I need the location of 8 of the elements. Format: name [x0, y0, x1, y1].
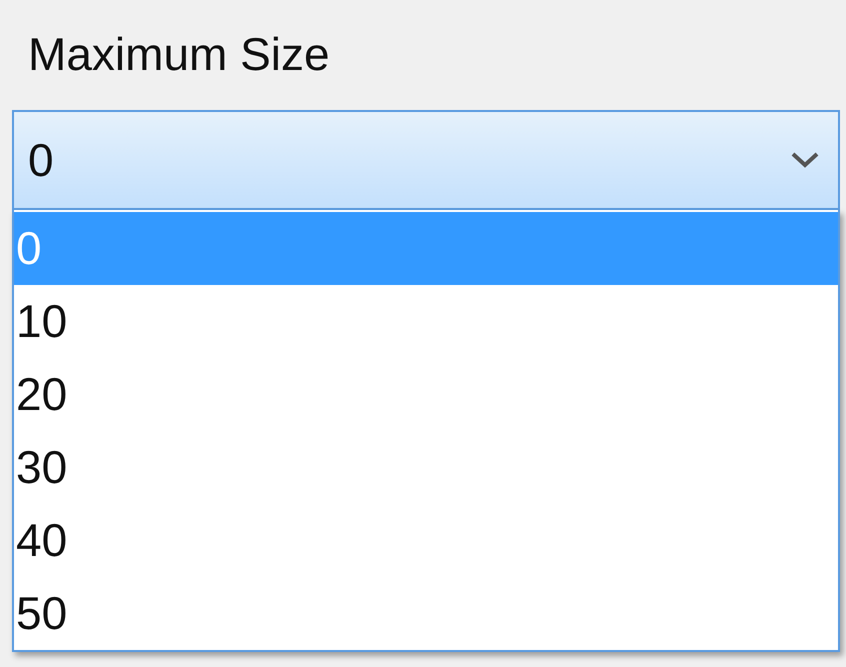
dropdown-option[interactable]: 30 — [14, 431, 838, 504]
dropdown-option[interactable]: 10 — [14, 285, 838, 358]
dropdown-select[interactable]: 0 — [12, 110, 840, 210]
dropdown-option[interactable]: 20 — [14, 358, 838, 431]
dropdown-option[interactable]: 50 — [14, 577, 838, 650]
dropdown-option[interactable]: 40 — [14, 504, 838, 577]
chevron-down-icon — [790, 150, 820, 170]
field-label: Maximum Size — [27, 27, 331, 82]
